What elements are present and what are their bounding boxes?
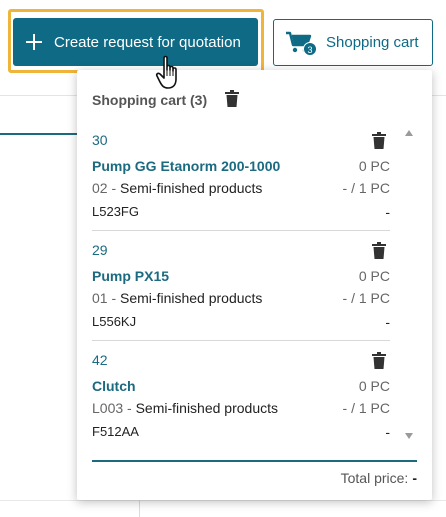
delete-item-trash-icon[interactable] xyxy=(372,352,386,374)
hand-pointer-icon xyxy=(155,55,185,91)
create-request-label: Create request for quotation xyxy=(54,33,241,51)
shopping-cart-button[interactable]: 3 Shopping cart xyxy=(273,19,433,66)
item-code: L523FG xyxy=(92,204,139,219)
cart-icon: 3 xyxy=(285,30,317,56)
total-price: Total price: - xyxy=(341,470,417,486)
item-divider xyxy=(92,340,390,341)
variant-code: 02 - xyxy=(92,180,117,196)
item-variant: L003 - Semi-finished products xyxy=(92,400,278,416)
item-code: F512AA xyxy=(92,424,139,439)
active-tab-underline xyxy=(0,133,80,135)
total-price-label: Total price: xyxy=(340,470,409,486)
clear-cart-trash-icon[interactable] xyxy=(225,90,240,110)
item-ratio: - / 1 PC xyxy=(342,400,390,416)
item-extra: - xyxy=(385,424,390,440)
cart-title: Shopping cart (3) xyxy=(92,92,208,108)
variant-code: 01 - xyxy=(92,290,117,306)
total-divider xyxy=(92,460,417,462)
item-name-link[interactable]: Pump GG Etanorm 200-1000 xyxy=(92,158,280,174)
plus-icon xyxy=(25,33,43,51)
variant-code: L003 - xyxy=(92,400,132,416)
item-category: Semi-finished products xyxy=(120,290,263,306)
column-divider xyxy=(139,500,140,517)
item-code: L556KJ xyxy=(92,314,137,329)
shopping-cart-dropdown: Shopping cart (3) 30 Pump GG Etanorm 200… xyxy=(77,70,432,500)
cart-header: Shopping cart (3) xyxy=(92,90,240,110)
scroll-up-arrow[interactable] xyxy=(405,130,413,136)
total-price-value: - xyxy=(412,470,417,486)
item-ratio: - / 1 PC xyxy=(342,290,390,306)
item-name-link[interactable]: Clutch xyxy=(92,378,136,394)
item-variant: 02 - Semi-finished products xyxy=(92,180,262,196)
delete-item-trash-icon[interactable] xyxy=(372,242,386,264)
item-category: Semi-finished products xyxy=(135,400,278,416)
scroll-down-arrow[interactable] xyxy=(405,433,413,439)
item-extra: - xyxy=(385,204,390,220)
item-quantity: 0 PC xyxy=(358,378,390,394)
item-ratio: - / 1 PC xyxy=(342,180,390,196)
delete-item-trash-icon[interactable] xyxy=(372,132,386,154)
shopping-cart-label: Shopping cart xyxy=(326,34,419,51)
item-quantity: 0 PC xyxy=(358,268,390,284)
item-divider xyxy=(92,230,390,231)
cart-count-badge: 3 xyxy=(303,41,317,56)
item-quantity: 0 PC xyxy=(358,158,390,174)
page-divider-bottom xyxy=(0,500,446,501)
create-request-for-quotation-button[interactable]: Create request for quotation xyxy=(13,18,258,66)
item-category: Semi-finished products xyxy=(120,180,263,196)
item-position: 30 xyxy=(92,132,108,148)
item-variant: 01 - Semi-finished products xyxy=(92,290,262,306)
item-position: 29 xyxy=(92,242,108,258)
item-name-link[interactable]: Pump PX15 xyxy=(92,268,169,284)
item-extra: - xyxy=(385,314,390,330)
item-position: 42 xyxy=(92,352,108,368)
